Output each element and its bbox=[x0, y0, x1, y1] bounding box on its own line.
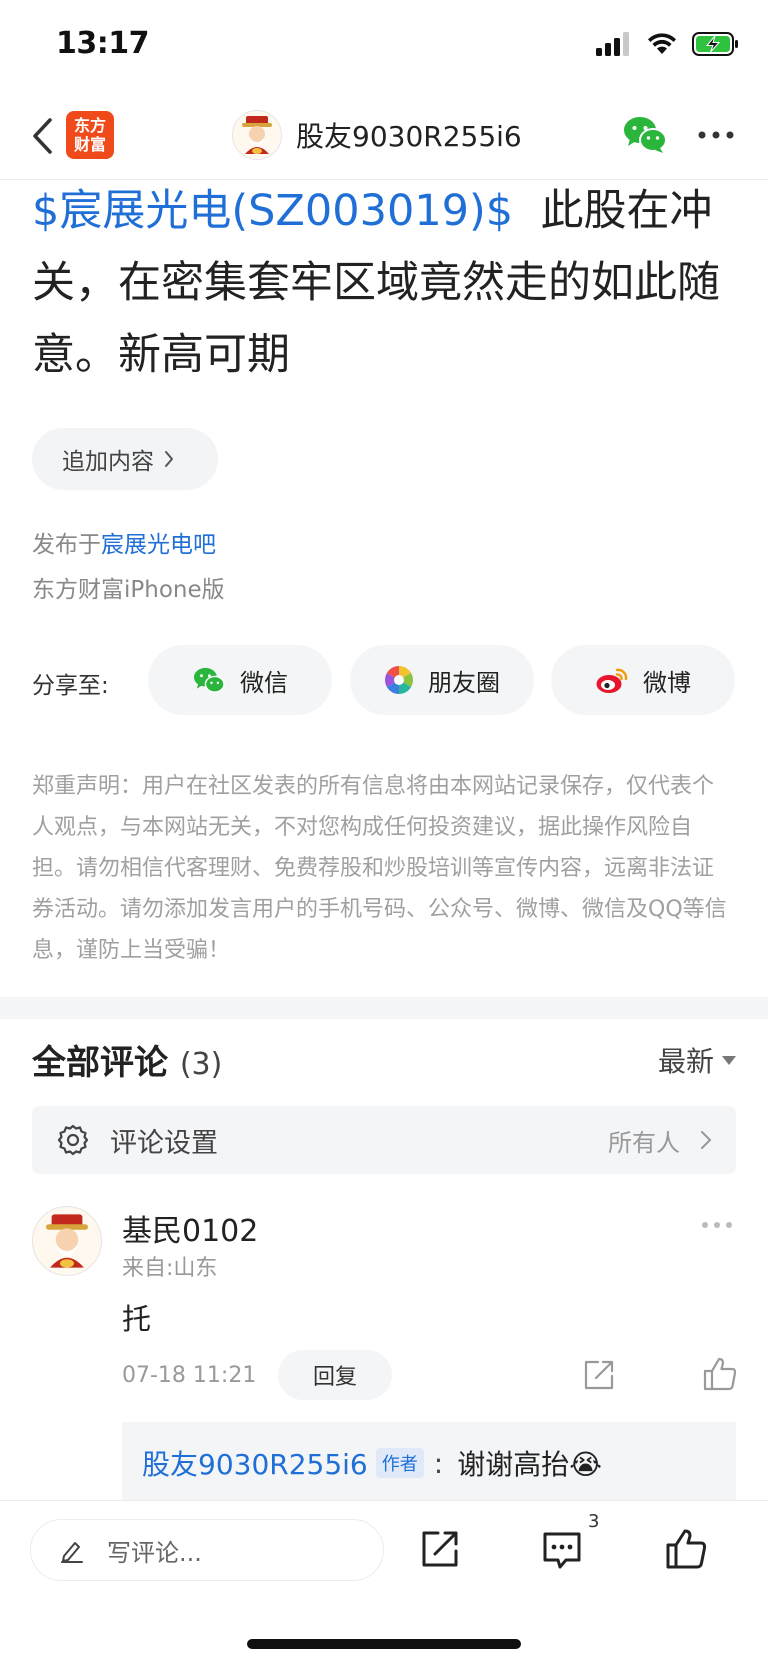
status-icons bbox=[596, 32, 740, 56]
write-comment-input[interactable]: 写评论... bbox=[30, 1519, 384, 1581]
wifi-icon bbox=[648, 33, 676, 54]
comment-settings-value: 所有人 bbox=[608, 1128, 680, 1157]
reply-user-name[interactable]: 股友9030R255i6 bbox=[142, 1443, 368, 1483]
post-content: $宸展光电(SZ003019)$ 此股在冲关，在密集套牢区域竟然走的如此随意。新… bbox=[32, 175, 742, 391]
section-divider bbox=[0, 997, 768, 1019]
more-options-icon[interactable] bbox=[696, 125, 736, 145]
stock-link[interactable]: $宸展光电(SZ003019)$ bbox=[32, 186, 513, 236]
gear-icon bbox=[57, 1124, 89, 1156]
comment-settings-row[interactable]: 评论设置 所有人 bbox=[32, 1106, 736, 1174]
disclaimer: 郑重声明：用户在社区发表的所有信息将由本网站记录保存，仅代表个人观点，与本网站无… bbox=[32, 774, 727, 963]
comments-title-text: 全部评论 bbox=[32, 1043, 168, 1083]
chevron-left-icon bbox=[33, 118, 52, 154]
home-indicator[interactable] bbox=[247, 1639, 521, 1649]
author-badge: 作者 bbox=[375, 1448, 424, 1478]
reply-colon: : bbox=[433, 1446, 444, 1480]
share-wechat-label: 微信 bbox=[240, 668, 288, 697]
wechat-share-icon[interactable] bbox=[622, 113, 668, 155]
pencil-icon bbox=[61, 1542, 83, 1563]
cellular-signal-icon bbox=[596, 32, 629, 56]
bottom-bar: 写评论... 3 bbox=[0, 1500, 768, 1663]
share-moments-label: 朋友圈 bbox=[428, 668, 500, 697]
share-icon[interactable] bbox=[418, 1527, 462, 1571]
stock-bar-link[interactable]: 宸展光电吧 bbox=[101, 532, 216, 558]
sort-label: 最新 bbox=[657, 1045, 714, 1078]
append-content-label: 追加内容 bbox=[62, 449, 154, 475]
nav-user-name: 股友9030R255i6 bbox=[296, 120, 522, 153]
caret-down-icon bbox=[722, 1055, 736, 1065]
comments-count: (3) bbox=[179, 1047, 223, 1082]
comment-icon[interactable] bbox=[540, 1527, 584, 1571]
avatar bbox=[232, 110, 282, 160]
comment-location: 来自:山东 bbox=[122, 1256, 218, 1281]
comment-user-name[interactable]: 基民0102 bbox=[122, 1206, 258, 1250]
comment-text: 托 bbox=[122, 1302, 152, 1336]
status-bar: 13:17 bbox=[0, 0, 768, 95]
nav-bar: 东方 财富 股友9030R255i6 bbox=[0, 95, 768, 180]
chevron-right-icon bbox=[165, 451, 173, 467]
fortune-god-avatar-icon bbox=[242, 116, 272, 154]
share-label: 分享至: bbox=[32, 673, 109, 699]
logo-text-line2: 财富 bbox=[73, 135, 106, 154]
reply-button[interactable]: 回复 bbox=[278, 1350, 392, 1400]
moments-icon bbox=[385, 666, 413, 694]
sort-dropdown[interactable]: 最新 bbox=[658, 1040, 736, 1080]
comment-settings-label: 评论设置 bbox=[110, 1127, 218, 1159]
published-in: 发布于宸展光电吧 bbox=[32, 525, 216, 559]
logo-text-line1: 东方 bbox=[73, 116, 106, 135]
published-prefix: 发布于 bbox=[32, 532, 101, 558]
wechat-icon bbox=[194, 667, 225, 693]
weibo-icon bbox=[596, 668, 628, 693]
reply-text: 谢谢高抬😭 bbox=[457, 1448, 602, 1481]
battery-charging-icon bbox=[692, 32, 738, 56]
share-weibo-label: 微博 bbox=[643, 668, 691, 697]
comment-count-badge: 3 bbox=[588, 1511, 600, 1532]
author-reply[interactable]: 股友9030R255i6 作者 : 谢谢高抬😭 bbox=[122, 1422, 736, 1504]
chevron-right-icon bbox=[701, 1131, 711, 1149]
comment-time: 07-18 11:21 bbox=[122, 1363, 257, 1388]
back-button[interactable] bbox=[22, 113, 62, 159]
thumbs-up-icon[interactable] bbox=[664, 1527, 708, 1571]
share-moments-button[interactable]: 朋友圈 bbox=[350, 645, 534, 715]
share-icon[interactable] bbox=[582, 1358, 616, 1392]
status-time: 13:17 bbox=[56, 26, 150, 61]
avatar[interactable] bbox=[32, 1206, 102, 1276]
share-wechat-button[interactable]: 微信 bbox=[148, 645, 332, 715]
app-logo[interactable]: 东方 财富 bbox=[66, 111, 114, 159]
nav-user[interactable]: 股友9030R255i6 bbox=[232, 110, 522, 160]
fortune-god-avatar-icon bbox=[46, 1214, 88, 1268]
thumbs-up-icon[interactable] bbox=[702, 1356, 738, 1392]
comments-title: 全部评论 (3) bbox=[32, 1035, 222, 1084]
share-weibo-button[interactable]: 微博 bbox=[551, 645, 735, 715]
append-content-button[interactable]: 追加内容 bbox=[32, 428, 218, 490]
client-source: 东方财富iPhone版 bbox=[32, 577, 225, 603]
write-comment-placeholder: 写评论... bbox=[107, 1538, 202, 1567]
more-options-icon[interactable] bbox=[700, 1220, 734, 1230]
